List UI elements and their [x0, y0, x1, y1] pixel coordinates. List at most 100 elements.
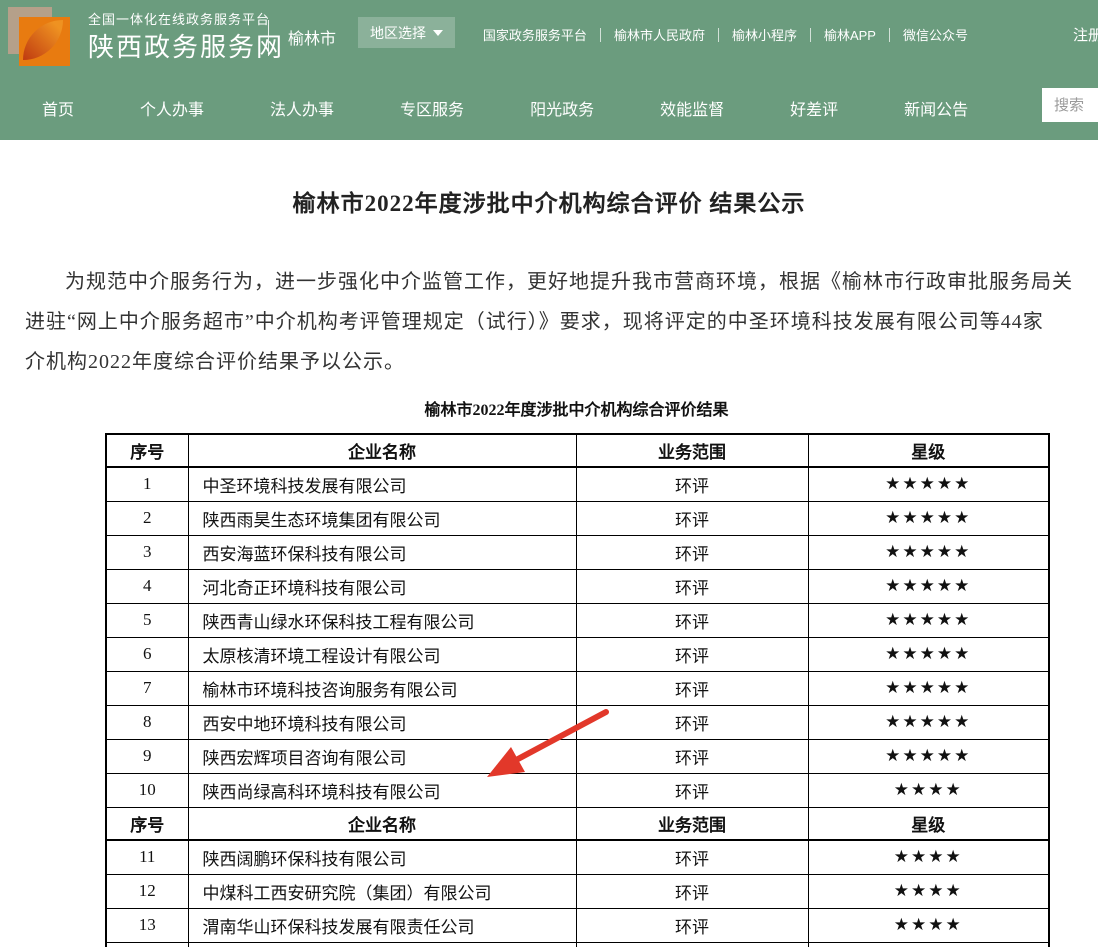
row-number: 10: [106, 773, 188, 807]
link-national-platform[interactable]: 国家政务服务平台: [483, 25, 587, 44]
column-header: 业务范围: [576, 434, 808, 467]
link-separator: [810, 28, 811, 42]
company-name: 中圣环境科技发展有限公司: [188, 467, 576, 501]
business-scope: 环评: [576, 840, 808, 874]
business-scope: 环评: [576, 501, 808, 535]
business-scope: 环评: [576, 671, 808, 705]
announcement-article: 榆林市2022年度涉批中介机构综合评价 结果公示 为规范中介服务行为，进一步强化…: [0, 184, 1098, 947]
nav-item-sunshine-government[interactable]: 阳光政务: [530, 96, 594, 120]
company-name: 陕西青山绿水环保科技工程有限公司: [188, 603, 576, 637]
table-row: 8西安中地环境科技有限公司环评★★★★★: [106, 705, 1049, 739]
search-input[interactable]: [1042, 88, 1098, 122]
business-scope: 环评: [576, 535, 808, 569]
table-row: 3西安海蓝环保科技有限公司环评★★★★★: [106, 535, 1049, 569]
region-select-button[interactable]: 地区选择: [358, 17, 455, 48]
company-name: 渭南华山环保科技发展有限责任公司: [188, 908, 576, 942]
site-logo-icon: [8, 4, 78, 72]
star-rating: ★★★★★: [808, 739, 1049, 773]
column-header: 企业名称: [188, 807, 576, 840]
row-number: 9: [106, 739, 188, 773]
nav-item-home[interactable]: 首页: [42, 96, 74, 120]
link-yulin-app[interactable]: 榆林APP: [824, 25, 876, 44]
star-rating: ★★★★★: [808, 467, 1049, 501]
eval-table-body: 序号企业名称业务范围星级1中圣环境科技发展有限公司环评★★★★★2陕西雨昊生态环…: [106, 434, 1049, 947]
table-row: 5陕西青山绿水环保科技工程有限公司环评★★★★★: [106, 603, 1049, 637]
table-row: 11陕西阔鹏环保科技有限公司环评★★★★: [106, 840, 1049, 874]
table-header-row: 序号企业名称业务范围星级: [106, 434, 1049, 467]
table-header-row: 序号企业名称业务范围星级: [106, 807, 1049, 840]
region-select-label: 地区选择: [370, 23, 426, 43]
business-scope: 环评: [576, 739, 808, 773]
business-scope: 环评: [576, 908, 808, 942]
platform-tagline: 全国一体化在线政务服务平台: [88, 12, 284, 28]
link-separator: [600, 28, 601, 42]
column-header: 序号: [106, 434, 188, 467]
paragraph-line: 为规范中介服务行为，进一步强化中介监管工作，更好地提升我市营商环境，根据《榆林市…: [25, 262, 1098, 302]
nav-item-efficiency-supervision[interactable]: 效能监督: [660, 96, 724, 120]
business-scope: 环评: [576, 874, 808, 908]
site-brand[interactable]: 全国一体化在线政务服务平台 陕西政务服务网: [8, 4, 284, 72]
row-number: 12: [106, 874, 188, 908]
star-rating: ★★★★★: [808, 535, 1049, 569]
row-number: 13: [106, 908, 188, 942]
star-rating: ★★★★★: [808, 569, 1049, 603]
row-number: 4: [106, 569, 188, 603]
table-row: 12中煤科工西安研究院（集团）有限公司环评★★★★: [106, 874, 1049, 908]
link-yulin-gov[interactable]: 榆林市人民政府: [614, 25, 705, 44]
business-scope: 环评: [576, 467, 808, 501]
business-scope: 环评: [576, 569, 808, 603]
company-name: 陕西雨昊生态环境集团有限公司: [188, 501, 576, 535]
column-header: 星级: [808, 807, 1049, 840]
column-header: 序号: [106, 807, 188, 840]
row-number: 5: [106, 603, 188, 637]
nav-item-legal-person-affairs[interactable]: 法人办事: [270, 96, 334, 120]
empty-cell: [808, 942, 1049, 947]
brand-divider: [268, 20, 269, 56]
empty-cell: [188, 942, 576, 947]
star-rating: ★★★★★: [808, 705, 1049, 739]
site-header: 全国一体化在线政务服务平台 陕西政务服务网 榆林市 地区选择 国家政务服务平台 …: [0, 0, 1098, 75]
table-row: 13渭南华山环保科技发展有限责任公司环评★★★★: [106, 908, 1049, 942]
column-header: 业务范围: [576, 807, 808, 840]
company-name: 河北奇正环境科技有限公司: [188, 569, 576, 603]
company-name: 西安中地环境科技有限公司: [188, 705, 576, 739]
evaluation-table: 序号企业名称业务范围星级1中圣环境科技发展有限公司环评★★★★★2陕西雨昊生态环…: [105, 433, 1050, 947]
company-name: 陕西宏辉项目咨询有限公司: [188, 739, 576, 773]
register-link[interactable]: 注册: [1073, 24, 1098, 45]
table-row: 9陕西宏辉项目咨询有限公司环评★★★★★: [106, 739, 1049, 773]
nav-item-zone-services[interactable]: 专区服务: [400, 96, 464, 120]
star-rating: ★★★★: [808, 840, 1049, 874]
table-row: 4河北奇正环境科技有限公司环评★★★★★: [106, 569, 1049, 603]
caret-down-icon: [433, 30, 443, 36]
company-name: 西安海蓝环保科技有限公司: [188, 535, 576, 569]
link-wechat-official[interactable]: 微信公众号: [903, 25, 968, 44]
business-scope: 环评: [576, 637, 808, 671]
link-separator: [718, 28, 719, 42]
row-number: 1: [106, 467, 188, 501]
current-city-label: 榆林市: [288, 25, 336, 49]
company-name: 陕西尚绿高科环境科技有限公司: [188, 773, 576, 807]
nav-item-personal-affairs[interactable]: 个人办事: [140, 96, 204, 120]
row-number: 3: [106, 535, 188, 569]
nav-item-rating[interactable]: 好差评: [790, 96, 838, 120]
page-title: 榆林市2022年度涉批中介机构综合评价 结果公示: [0, 184, 1098, 218]
link-separator: [889, 28, 890, 42]
nav-item-news-announcements[interactable]: 新闻公告: [904, 96, 968, 120]
star-rating: ★★★★★: [808, 671, 1049, 705]
star-rating: ★★★★: [808, 874, 1049, 908]
link-yulin-miniprogram[interactable]: 榆林小程序: [732, 25, 797, 44]
star-rating: ★★★★: [808, 908, 1049, 942]
column-header: 星级: [808, 434, 1049, 467]
empty-cell: [106, 942, 188, 947]
row-number: 2: [106, 501, 188, 535]
row-number: 7: [106, 671, 188, 705]
row-number: 6: [106, 637, 188, 671]
table-caption: 榆林市2022年度涉批中介机构综合评价结果: [105, 396, 1048, 420]
paragraph-line: 进驻“网上中介服务超市”中介机构考评管理规定（试行）》要求，现将评定的中圣环境科…: [25, 302, 1098, 342]
star-rating: ★★★★★: [808, 637, 1049, 671]
company-name: 太原核清环境工程设计有限公司: [188, 637, 576, 671]
main-nav: 首页 个人办事 法人办事 专区服务 阳光政务 效能监督 好差评 新闻公告: [0, 75, 1098, 140]
company-name: 中煤科工西安研究院（集团）有限公司: [188, 874, 576, 908]
star-rating: ★★★★★: [808, 603, 1049, 637]
row-number: 11: [106, 840, 188, 874]
